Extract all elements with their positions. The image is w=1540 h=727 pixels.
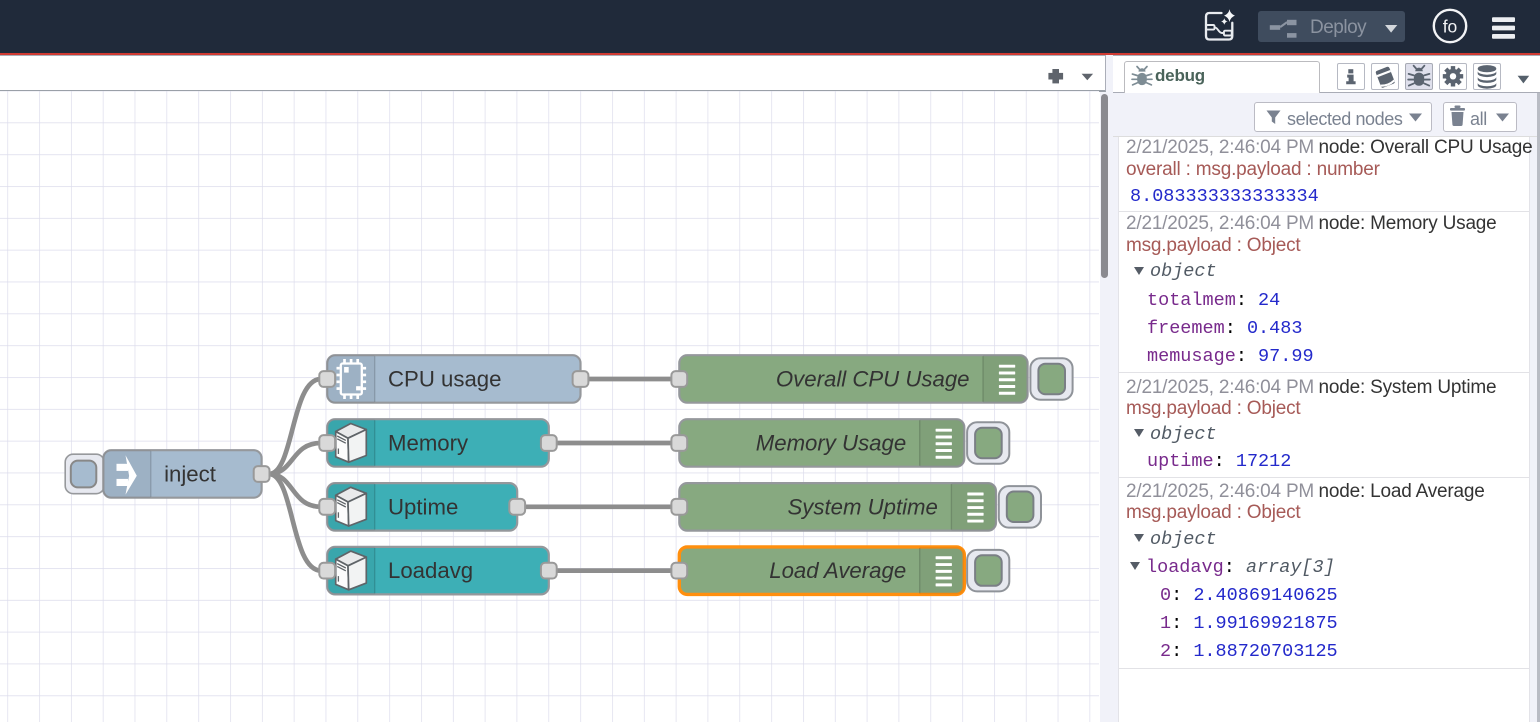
svg-text:Memory Usage: Memory Usage xyxy=(756,431,906,456)
svg-text:Overall CPU Usage: Overall CPU Usage xyxy=(776,367,970,392)
svg-text:Load Average: Load Average xyxy=(769,558,906,583)
svg-text:Loadavg: Loadavg xyxy=(388,558,473,583)
svg-text:CPU usage: CPU usage xyxy=(388,367,501,392)
svg-text:Memory: Memory xyxy=(388,431,469,456)
svg-text:inject: inject xyxy=(164,462,216,487)
svg-text:Uptime: Uptime xyxy=(388,494,458,519)
svg-text:System Uptime: System Uptime xyxy=(787,494,937,519)
